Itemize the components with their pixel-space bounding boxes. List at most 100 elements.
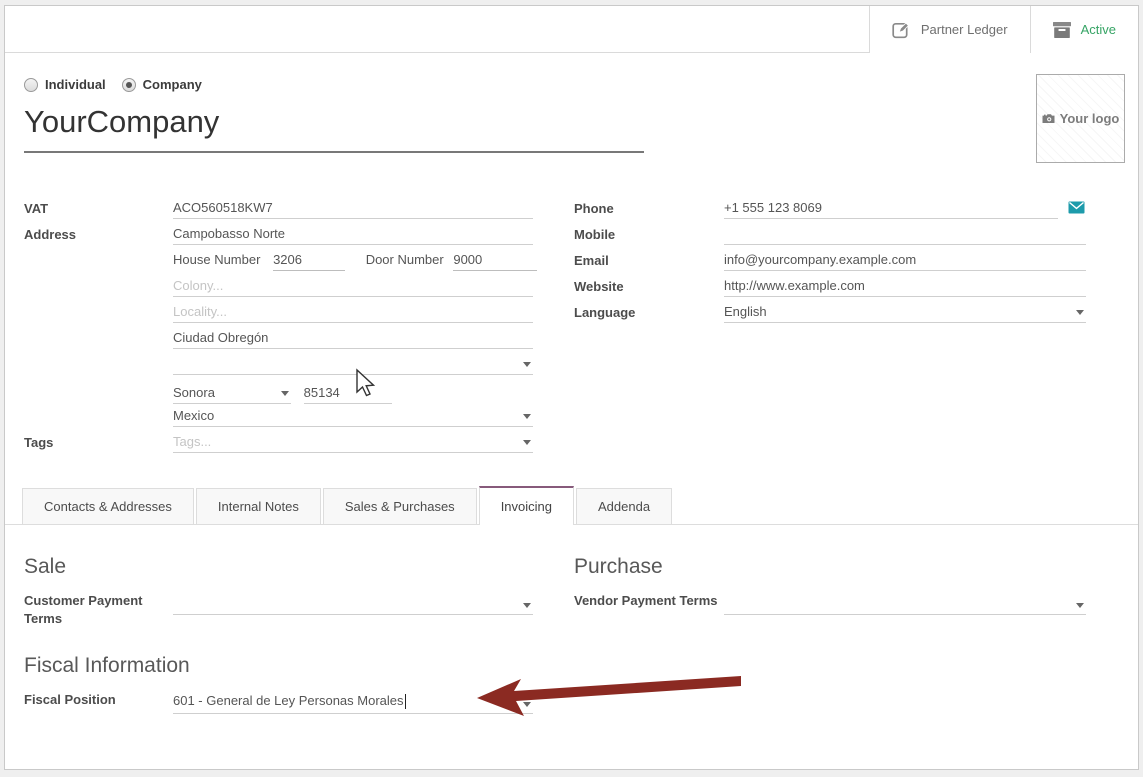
fiscal-position-row: Fiscal Position 601 - General de Ley Per… <box>24 691 533 714</box>
chevron-down-icon[interactable] <box>523 603 531 608</box>
tab-invoicing[interactable]: Invoicing <box>479 486 574 525</box>
state-value: Sonora <box>173 385 215 400</box>
door-number-input[interactable]: 9000 <box>453 252 537 271</box>
email-row: Email info@yourcompany.example.com <box>574 249 1086 275</box>
website-label: Website <box>574 275 724 294</box>
tab-internal-notes[interactable]: Internal Notes <box>196 488 321 524</box>
address-column: VAT ACO560518KW7 Address Campobasso Nort… <box>24 197 533 457</box>
purchase-section-title: Purchase <box>574 555 1086 579</box>
fiscal-position-label: Fiscal Position <box>24 691 173 709</box>
camera-icon <box>1042 113 1055 124</box>
company-type-selector: Individual Company <box>24 77 202 92</box>
vendor-payment-terms-dropdown[interactable] <box>724 594 1086 615</box>
mobile-row: Mobile <box>574 223 1086 249</box>
stat-button-box: Partner Ledger Active <box>869 6 1138 53</box>
vendor-payment-terms-label: Vendor Payment Terms <box>574 592 724 610</box>
email-field[interactable]: info@yourcompany.example.com <box>724 249 1086 271</box>
vat-label: VAT <box>24 197 173 216</box>
sale-section: Sale Customer Payment Terms <box>24 555 533 628</box>
fiscal-information-section: Fiscal Information Fiscal Position 601 -… <box>24 654 533 714</box>
radio-individual[interactable]: Individual <box>24 77 106 92</box>
radio-company-circle[interactable] <box>122 78 136 92</box>
active-toggle-button[interactable]: Active <box>1030 6 1138 53</box>
active-label: Active <box>1081 22 1116 37</box>
address-label: Address <box>24 223 173 242</box>
vat-input[interactable]: ACO560518KW7 <box>173 197 533 219</box>
tab-addenda[interactable]: Addenda <box>576 488 672 524</box>
language-row: Language English <box>574 301 1086 327</box>
street-row: Address Campobasso Norte <box>24 223 533 249</box>
municipality-dropdown[interactable] <box>173 353 533 375</box>
radio-individual-circle[interactable] <box>24 78 38 92</box>
tab-sales-purchases[interactable]: Sales & Purchases <box>323 488 477 524</box>
customer-payment-terms-row: Customer Payment Terms <box>24 592 533 628</box>
partner-ledger-label: Partner Ledger <box>921 22 1008 37</box>
partner-form-sheet: Partner Ledger Active Individual Com <box>4 5 1139 770</box>
sale-section-title: Sale <box>24 555 533 579</box>
fiscal-position-input[interactable]: 601 - General de Ley Personas Morales <box>173 693 533 714</box>
partner-ledger-button[interactable]: Partner Ledger <box>869 6 1030 53</box>
phone-input[interactable]: +1 555 123 8069 <box>724 197 1058 219</box>
country-dropdown[interactable]: Mexico <box>173 405 533 427</box>
tab-contacts-addresses[interactable]: Contacts & Addresses <box>22 488 194 524</box>
municipality-row <box>24 353 533 379</box>
chevron-down-icon[interactable] <box>523 362 531 367</box>
website-input[interactable]: http://www.example.com <box>724 275 1086 297</box>
chevron-down-icon[interactable] <box>523 440 531 445</box>
house-door-row: House Number 3206 Door Number 9000 <box>24 249 533 275</box>
phone-label: Phone <box>574 197 724 216</box>
language-value: English <box>724 304 767 319</box>
city-input[interactable]: Ciudad Obregón <box>173 327 533 349</box>
language-label: Language <box>574 301 724 320</box>
country-value: Mexico <box>173 408 214 423</box>
notebook-tabs: Contacts & Addresses Internal Notes Sale… <box>5 486 1138 525</box>
company-name-input[interactable]: YourCompany <box>24 104 644 153</box>
purchase-section: Purchase Vendor Payment Terms <box>574 555 1086 615</box>
phone-row: Phone +1 555 123 8069 <box>574 197 1086 223</box>
envelope-icon[interactable] <box>1068 197 1085 214</box>
chevron-down-icon[interactable] <box>523 414 531 419</box>
state-zip-row: Sonora 85134 <box>24 379 533 405</box>
locality-input[interactable]: Locality... <box>173 301 533 323</box>
company-logo-upload[interactable]: Your logo <box>1036 74 1125 163</box>
radio-individual-label: Individual <box>45 77 106 92</box>
chevron-down-icon[interactable] <box>281 391 289 396</box>
locality-row: Locality... <box>24 301 533 327</box>
colony-row: Colony... <box>24 275 533 301</box>
language-dropdown[interactable]: English <box>724 301 1086 323</box>
archive-icon <box>1053 22 1071 38</box>
state-dropdown[interactable]: Sonora <box>173 382 291 404</box>
text-cursor <box>405 694 406 709</box>
customer-payment-terms-dropdown[interactable] <box>173 594 533 615</box>
edit-icon <box>892 20 911 39</box>
contact-column: Phone +1 555 123 8069 Mobile Email info@… <box>574 197 1086 327</box>
zip-input[interactable]: 85134 <box>304 382 392 404</box>
house-number-label: House Number <box>173 252 260 267</box>
street-input[interactable]: Campobasso Norte <box>173 223 533 245</box>
vat-row: VAT ACO560518KW7 <box>24 197 533 223</box>
chevron-down-icon[interactable] <box>1076 310 1084 315</box>
tags-row: Tags Tags... <box>24 431 533 457</box>
chevron-down-icon[interactable] <box>1076 603 1084 608</box>
door-number-label: Door Number <box>366 252 444 267</box>
mobile-input[interactable] <box>724 223 1086 245</box>
radio-company-label: Company <box>143 77 202 92</box>
logo-placeholder-label: Your logo <box>1060 111 1120 126</box>
email-label: Email <box>574 249 724 268</box>
city-row: Ciudad Obregón <box>24 327 533 353</box>
tags-label: Tags <box>24 431 173 450</box>
tags-placeholder: Tags... <box>173 434 211 449</box>
website-row: Website http://www.example.com <box>574 275 1086 301</box>
house-number-input[interactable]: 3206 <box>273 252 345 271</box>
country-row: Mexico <box>24 405 533 431</box>
fiscal-position-value: 601 - General de Ley Personas Morales <box>173 693 404 708</box>
mobile-label: Mobile <box>574 223 724 242</box>
vendor-payment-terms-row: Vendor Payment Terms <box>574 592 1086 615</box>
fiscal-information-title: Fiscal Information <box>24 654 533 678</box>
tags-input[interactable]: Tags... <box>173 431 533 453</box>
chevron-down-icon[interactable] <box>523 702 531 707</box>
colony-input[interactable]: Colony... <box>173 275 533 297</box>
radio-company[interactable]: Company <box>122 77 202 92</box>
form-header-bar: Partner Ledger Active <box>5 6 1138 53</box>
customer-payment-terms-label: Customer Payment Terms <box>24 592 173 628</box>
